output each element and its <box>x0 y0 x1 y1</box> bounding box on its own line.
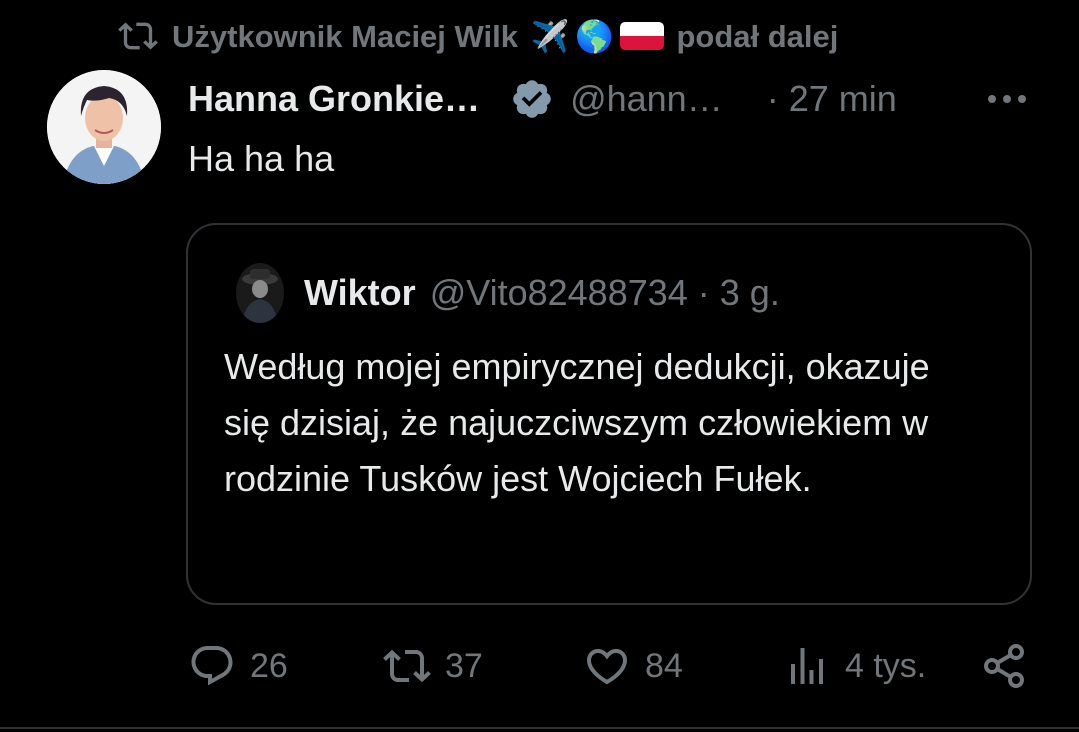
heart-icon <box>586 649 628 685</box>
author-avatar[interactable] <box>47 70 161 184</box>
more-icon[interactable] <box>985 82 1029 116</box>
action-bar: 26 37 84 4 tys. <box>0 636 1079 696</box>
author-handle[interactable]: @hann… <box>570 78 723 120</box>
views-button[interactable]: 4 tys. <box>783 636 926 696</box>
quoted-author-avatar[interactable] <box>236 263 284 323</box>
quoted-author-handle-time[interactable]: @Vito82488734 · 3 g. <box>430 272 780 314</box>
like-button[interactable]: 84 <box>583 636 683 696</box>
post-text: Ha ha ha <box>188 138 335 179</box>
share-icon <box>984 644 1024 688</box>
quoted-author-name[interactable]: Wiktor <box>304 272 416 314</box>
like-count: 84 <box>645 646 683 685</box>
repost-context: Użytkownik Maciej Wilk ✈️ 🌎 podał dalej <box>118 14 838 58</box>
airplane-emoji-icon: ✈️ <box>530 18 570 54</box>
author-name[interactable]: Hanna Gronkie… <box>188 78 480 120</box>
repost-user-text[interactable]: Użytkownik Maciej Wilk <box>172 19 518 54</box>
poland-flag-icon <box>619 22 664 50</box>
repost-button[interactable]: 37 <box>383 636 483 696</box>
reply-count: 26 <box>250 646 288 685</box>
post-timestamp[interactable]: · 27 min <box>767 78 897 120</box>
verified-badge-icon[interactable] <box>510 77 554 121</box>
quoted-post[interactable]: Wiktor @Vito82488734 · 3 g. Według mojej… <box>186 223 1032 605</box>
post-header: Hanna Gronkie… @hann… · 27 min <box>188 72 897 126</box>
post-divider <box>0 727 1079 729</box>
share-button[interactable] <box>980 636 1028 696</box>
reply-icon <box>191 646 233 686</box>
repost-suffix-text: podał dalej <box>676 18 839 54</box>
globe-emoji-icon: 🌎 <box>575 18 614 54</box>
repost-action-icon <box>383 649 431 683</box>
views-count: 4 tys. <box>845 646 927 685</box>
repost-count: 37 <box>445 646 483 685</box>
quoted-author-avatar-image <box>236 263 284 323</box>
author-avatar-image <box>47 70 161 184</box>
quoted-post-text: Według mojej empirycznej dedukcji, okazu… <box>224 346 930 499</box>
reply-button[interactable]: 26 <box>188 636 288 696</box>
repost-icon <box>118 22 158 50</box>
views-chart-icon <box>791 648 823 684</box>
quoted-post-header: Wiktor @Vito82488734 · 3 g. <box>236 263 780 323</box>
